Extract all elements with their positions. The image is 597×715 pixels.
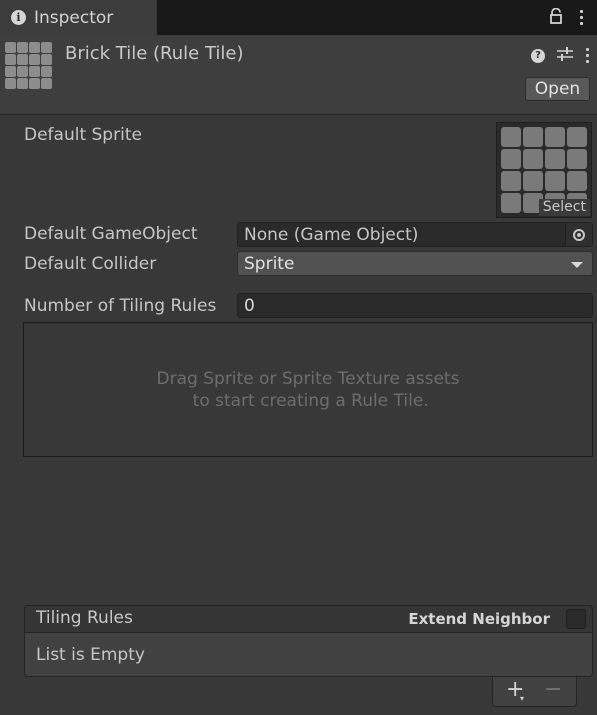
- open-button[interactable]: Open: [525, 77, 590, 101]
- asset-menu-icon[interactable]: [585, 48, 589, 63]
- add-dropdown-caret-icon: ▾: [520, 694, 525, 703]
- tiling-rules-list: List is Empty: [24, 633, 593, 677]
- default-collider-label: Default Collider: [24, 254, 157, 274]
- sprite-drop-area[interactable]: Drag Sprite or Sprite Texture assets to …: [23, 322, 593, 457]
- default-gameobject-field[interactable]: None (Game Object): [237, 222, 593, 247]
- tiling-rules-header: Tiling Rules Extend Neighbor: [24, 605, 593, 633]
- extend-neighbor-checkbox[interactable]: [566, 609, 586, 629]
- asset-header: Brick Tile (Rule Tile) ? Open: [0, 35, 597, 115]
- tab-bar: i Inspector: [0, 0, 597, 35]
- list-empty-text: List is Empty: [36, 645, 145, 665]
- default-sprite-label: Default Sprite: [24, 125, 142, 145]
- tab-inspector[interactable]: i Inspector: [0, 0, 157, 35]
- default-gameobject-value: None (Game Object): [244, 225, 419, 245]
- remove-rule-button[interactable]: −: [544, 679, 562, 701]
- tiling-rules-title: Tiling Rules: [36, 608, 133, 628]
- tab-label: Inspector: [34, 7, 114, 28]
- extend-neighbor-label: Extend Neighbor: [408, 610, 550, 628]
- help-icon[interactable]: ?: [531, 48, 545, 63]
- tiling-rules-count-label: Number of Tiling Rules: [24, 296, 217, 316]
- rule-tile-thumbnail: [5, 42, 54, 91]
- info-icon: i: [11, 10, 26, 25]
- tiling-rules-count-field[interactable]: 0: [237, 293, 593, 318]
- dropdown-arrow-icon: [571, 262, 583, 268]
- object-picker-icon[interactable]: [565, 223, 592, 246]
- sprite-select-button[interactable]: Select: [538, 199, 590, 216]
- default-sprite-field[interactable]: Select: [496, 122, 592, 218]
- list-footer: + ▾ −: [492, 677, 577, 707]
- default-gameobject-label: Default GameObject: [24, 224, 198, 244]
- preset-settings-icon[interactable]: [557, 46, 573, 65]
- default-collider-dropdown[interactable]: Sprite: [237, 251, 593, 276]
- tab-menu-icon[interactable]: [579, 10, 583, 25]
- lock-icon[interactable]: [549, 7, 563, 28]
- drop-area-hint: Drag Sprite or Sprite Texture assets to …: [156, 368, 460, 411]
- default-collider-value: Sprite: [244, 254, 295, 274]
- asset-title: Brick Tile (Rule Tile): [65, 43, 244, 64]
